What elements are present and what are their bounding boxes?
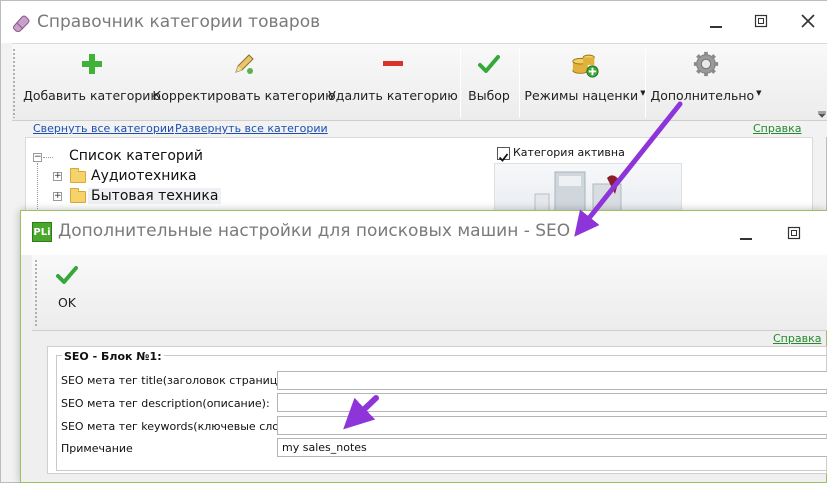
annotation-arrow-to-dialog <box>574 101 683 237</box>
annotation-arrow-to-notes <box>343 395 379 430</box>
annotation-arrows <box>343 101 683 430</box>
